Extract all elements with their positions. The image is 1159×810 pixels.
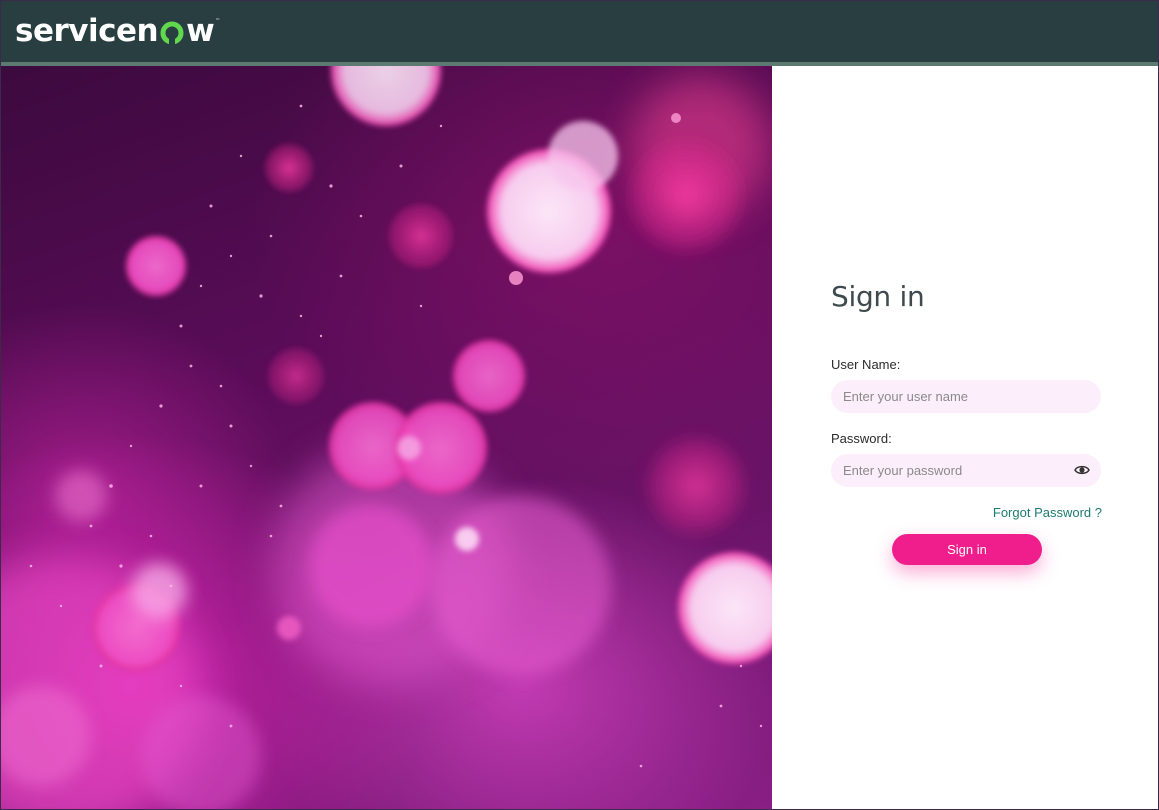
logo-text-end: w xyxy=(186,13,215,49)
logo-trademark: ™ xyxy=(215,18,220,24)
servicenow-logo: servicen w ™ xyxy=(15,11,220,51)
username-label: User Name: xyxy=(831,357,901,372)
top-header: servicen w ™ xyxy=(1,1,1158,66)
forgot-password-link[interactable]: Forgot Password ? xyxy=(993,505,1102,520)
logo-text: servicen xyxy=(15,13,159,49)
bokeh-background-image xyxy=(1,66,772,809)
username-field[interactable] xyxy=(831,380,1101,413)
signin-panel: Sign in User Name: Password: Forgot Pass… xyxy=(772,66,1158,809)
eye-icon[interactable] xyxy=(1074,463,1090,477)
logo-o-icon xyxy=(160,21,184,46)
app-window: servicen w ™ Sign in User Name: Enter yo… xyxy=(0,0,1159,810)
sign-in-button[interactable]: Sign in xyxy=(892,534,1042,565)
password-label: Password: xyxy=(831,431,892,446)
password-field[interactable] xyxy=(831,454,1101,487)
bokeh-artwork xyxy=(1,66,772,809)
page-title: Sign in xyxy=(831,280,925,313)
